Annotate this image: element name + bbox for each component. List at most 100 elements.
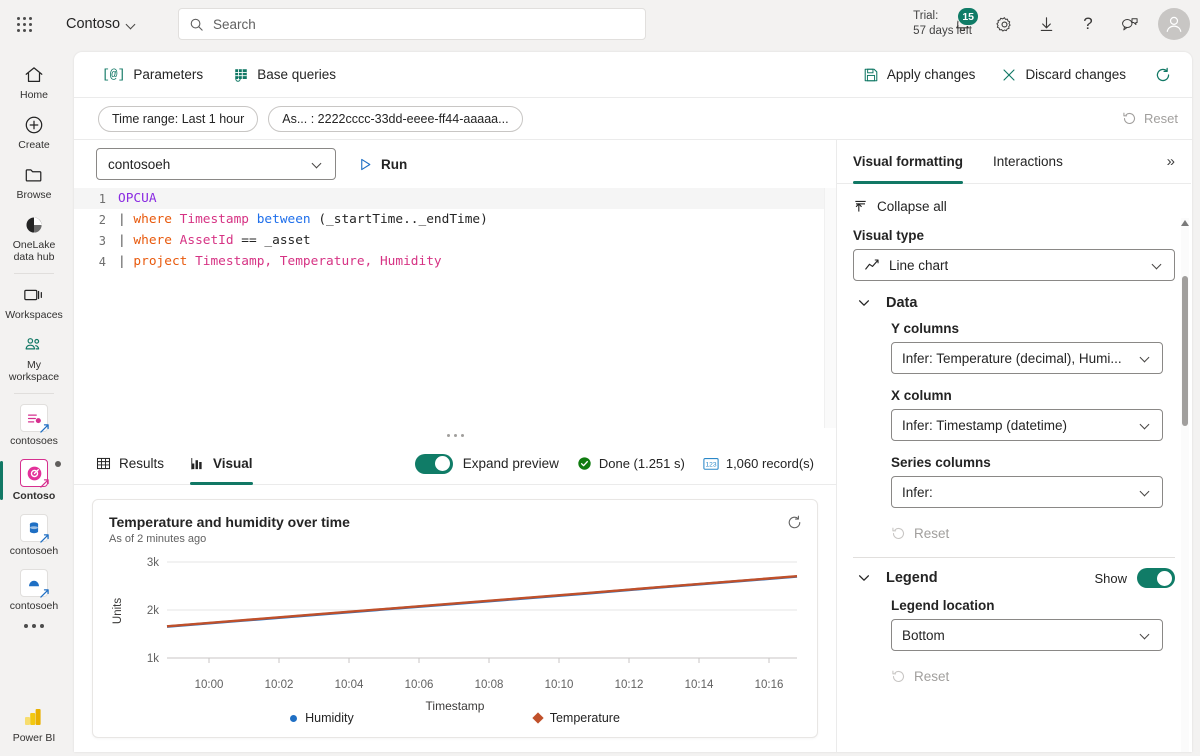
editor-line: 2 | where Timestamp between (_startTime.… (74, 209, 836, 230)
sidebar-more-options[interactable] (0, 618, 68, 652)
sidebar-item-create[interactable]: Create (0, 108, 68, 158)
sidebar-item-browse[interactable]: Browse (0, 158, 68, 208)
sidebar-item-my-workspace[interactable]: My workspace (0, 328, 68, 389)
download-icon[interactable] (1026, 4, 1066, 44)
x-tick: 10:04 (334, 679, 364, 691)
visual-type-value: Line chart (889, 257, 949, 273)
y-tick-2k: 2k (147, 605, 159, 617)
expand-preview-toggle[interactable] (414, 453, 453, 474)
sidebar-footer: Power BI (0, 699, 68, 750)
editor-scrollbar[interactable] (824, 188, 836, 429)
sidebar-item-label: Home (19, 89, 48, 101)
kql-query-editor[interactable]: 1 OPCUA 2 | where Timestamp between (_st… (74, 188, 836, 429)
sidebar-item-contoso[interactable]: Contoso (0, 453, 68, 508)
database-select[interactable]: contosoeh (96, 148, 336, 181)
apply-changes-button[interactable]: Apply changes (859, 63, 980, 87)
sidebar-item-home[interactable]: Home (0, 58, 68, 108)
x-column-value: Infer: Timestamp (datetime) (902, 417, 1068, 433)
pane-splitter-handle[interactable] (74, 428, 836, 443)
feedback-icon[interactable] (1110, 4, 1150, 44)
scroll-up-arrow-icon[interactable] (1181, 218, 1189, 228)
sidebar-item-label: contosoeh (9, 545, 59, 557)
legend-marker-humidity (290, 714, 298, 722)
chevron-down-icon (1152, 259, 1164, 271)
query-header: contosoeh Run (74, 140, 836, 188)
scrollbar-thumb[interactable] (1182, 276, 1188, 426)
brand-switcher[interactable]: Contoso (66, 16, 136, 32)
filter-pill-asset[interactable]: As... : 2222cccc-33dd-eeee-ff44-aaaaa... (268, 105, 523, 132)
line-code: | where Timestamp between (_startTime.._… (118, 212, 488, 228)
x-column-label: X column (891, 388, 952, 403)
visual-type-select[interactable]: Line chart (853, 249, 1175, 281)
legend-location-value: Bottom (902, 627, 945, 643)
visual-formatting-pane: Visual formatting Interactions » Collaps… (837, 140, 1191, 752)
sidebar-item-workspaces[interactable]: Workspaces (0, 278, 68, 328)
brand-label: Contoso (66, 16, 121, 32)
x-tick-marks (208, 658, 770, 663)
y-columns-select[interactable]: Infer: Temperature (decimal), Humi... (891, 342, 1163, 374)
data-section-header[interactable]: Data (853, 295, 1175, 311)
settings-gear-icon[interactable] (984, 4, 1024, 44)
data-reset-button[interactable]: Reset (891, 522, 1175, 551)
notifications-icon[interactable]: 15 (942, 4, 982, 44)
base-queries-icon (235, 68, 247, 82)
run-button[interactable]: Run (352, 153, 413, 176)
base-queries-button[interactable]: Base queries (229, 63, 340, 87)
search-icon (190, 18, 203, 31)
series-columns-select[interactable]: Infer: (891, 476, 1163, 508)
app-launcher-icon[interactable] (0, 0, 48, 48)
legend-show-toggle[interactable] (1137, 568, 1175, 588)
double-chevron-right-icon[interactable]: » (1167, 153, 1175, 170)
sidebar-item-label: Create (18, 139, 50, 151)
formatting-tab-bar: Visual formatting Interactions » (837, 140, 1191, 184)
tab-interactions[interactable]: Interactions (993, 140, 1063, 184)
search-input[interactable]: Search (178, 8, 646, 40)
query-status: Done (1.251 s) (577, 456, 685, 471)
legend-label-humidity: Humidity (305, 711, 354, 725)
chart-card: Temperature and humidity over time As of… (92, 499, 818, 738)
refresh-button[interactable] (1148, 62, 1178, 88)
tab-results[interactable]: Results (96, 443, 164, 485)
tab-results-label: Results (119, 456, 165, 471)
legend-item-humidity[interactable]: Humidity (290, 711, 354, 725)
sidebar-item-contosoeh-eventhouse[interactable]: contosoeh (0, 508, 68, 563)
discard-changes-label: Discard changes (1025, 67, 1126, 82)
legend-item-temperature[interactable]: Temperature (532, 711, 620, 725)
tab-visual-formatting[interactable]: Visual formatting (853, 140, 964, 184)
legend-reset-button[interactable]: Reset (891, 665, 1175, 694)
sidebar-item-label: contosoes (10, 435, 58, 447)
chart-refresh-button[interactable] (786, 514, 803, 531)
sidebar-item-contosoeh-kql-database[interactable]: contosoeh (0, 563, 68, 618)
sidebar-item-label: Workspaces (5, 309, 63, 321)
chevron-down-icon (1140, 352, 1152, 364)
filter-pill-time-range[interactable]: Time range: Last 1 hour (98, 105, 259, 132)
legend-section-header[interactable]: Legend Show (853, 568, 1175, 588)
query-status-label: Done (1.251 s) (598, 456, 685, 471)
discard-changes-button[interactable]: Discard changes (997, 63, 1130, 87)
sidebar-item-label: Contoso (12, 490, 56, 502)
top-bar: Contoso Search Trial: 57 days left 15 ? (0, 0, 1200, 48)
home-icon (25, 67, 43, 83)
record-count-icon: 123 (703, 457, 719, 470)
expand-preview-label: Expand preview (462, 456, 559, 471)
collapse-all-button[interactable]: Collapse all (853, 194, 1175, 228)
at-bracket-icon: [@] (102, 67, 126, 82)
refresh-icon (1156, 67, 1170, 81)
sidebar-item-power-bi[interactable]: Power BI (0, 699, 68, 750)
sidebar-item-contosoes[interactable]: contosoes (0, 398, 68, 453)
account-avatar[interactable] (1158, 8, 1190, 40)
filter-reset-button[interactable]: Reset (1122, 111, 1178, 126)
legend-location-select[interactable]: Bottom (891, 619, 1163, 651)
person-icon (1166, 16, 1182, 32)
folder-icon (25, 169, 42, 182)
x-column-select[interactable]: Infer: Timestamp (datetime) (891, 409, 1163, 441)
sidebar-item-onelake-data-hub[interactable]: OneLake data hub (0, 208, 68, 269)
sidebar-item-label: OneLake data hub (12, 239, 56, 263)
y-tick-3k: 3k (147, 557, 159, 569)
parameters-label: Parameters (133, 67, 204, 82)
help-icon[interactable]: ? (1068, 4, 1108, 44)
parameters-button[interactable]: [@] Parameters (98, 63, 207, 86)
shortcut-arrow-icon (40, 589, 49, 598)
formatting-pane-scrollbar[interactable] (1181, 218, 1189, 752)
tab-visual[interactable]: Visual (190, 443, 253, 485)
